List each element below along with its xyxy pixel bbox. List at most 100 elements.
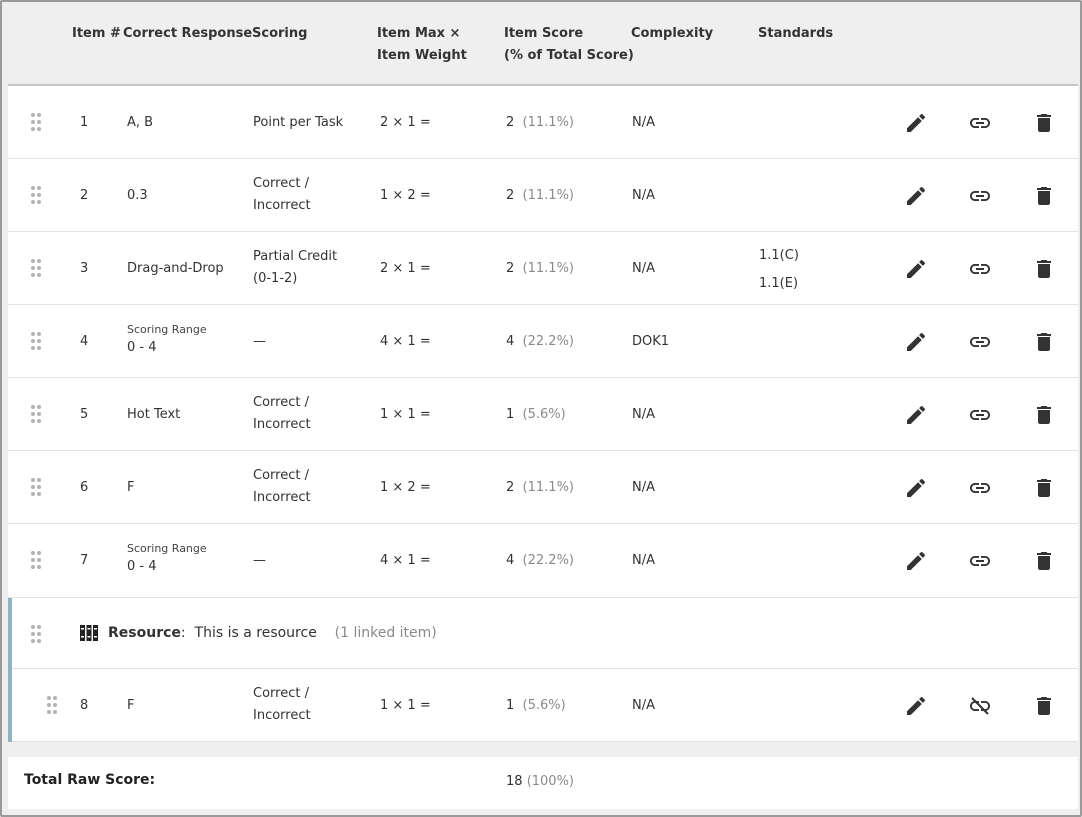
header-item-score: Item Score (% of Total Score) [504,23,634,67]
complexity: N/A [632,407,655,422]
trash-icon[interactable] [1032,330,1056,354]
scoring-method: Point per Task [253,115,344,130]
item-score-pct: (22.2%) [522,553,574,568]
unlink-icon[interactable] [968,694,992,718]
scoring-line2: Incorrect [253,417,311,432]
item-score-pct: (11.1%) [522,188,574,203]
link-icon[interactable] [968,111,992,135]
link-icon[interactable] [968,257,992,281]
resource-row[interactable]: Resource: This is a resource (1 linked i… [8,598,1078,669]
complexity: N/A [632,261,655,276]
trash-icon[interactable] [1032,694,1056,718]
table-row: 2 0.3 Correct / Incorrect 1 × 2 = 2 (11.1… [8,159,1078,232]
resource-linked-count: (1 linked item) [334,625,437,641]
link-icon[interactable] [968,549,992,573]
header-item-max: Item Max × Item Weight [377,23,467,67]
resource-label: Resource [108,625,181,641]
link-icon[interactable] [968,330,992,354]
item-score-pct: (5.6%) [522,698,566,713]
header-item-score-line2: (% of Total Score) [504,48,634,63]
trash-icon[interactable] [1032,403,1056,427]
item-number: 2 [80,188,89,203]
standard-tag: 1.1(C) [759,248,799,263]
item-score-value: 2 [506,480,515,495]
resource-title: Resource: This is a resource (1 linked i… [108,624,437,642]
drag-handle-icon[interactable] [31,186,41,204]
item-score-value: 1 [506,407,515,422]
item-score: 2 (11.1%) [506,260,574,278]
resource-icon [80,625,98,641]
scoring-method: Partial Credit (0-1-2) [253,246,337,290]
trash-icon[interactable] [1032,476,1056,500]
table-row: 5 Hot Text Correct / Incorrect 1 × 1 = 1 … [8,378,1078,451]
drag-handle-icon[interactable] [47,696,57,714]
table-row: 3 Drag-and-Drop Partial Credit (0-1-2) 2 … [8,232,1078,305]
item-score: 4 (22.2%) [506,333,574,351]
link-icon[interactable] [968,184,992,208]
item-number: 4 [80,334,89,349]
correct-response: A, B [127,115,154,130]
drag-handle-icon[interactable] [31,113,41,131]
scoring-line2: Incorrect [253,198,311,213]
trash-icon[interactable] [1032,184,1056,208]
pencil-icon[interactable] [904,694,928,718]
scoring-range-label: Scoring Range [127,323,207,336]
header-item-score-line1: Item Score [504,26,584,41]
item-number: 5 [80,407,89,422]
item-score: 2 (11.1%) [506,114,574,132]
pencil-icon[interactable] [904,257,928,281]
pencil-icon[interactable] [904,111,928,135]
scoring-table-frame: Item # Correct Response Scoring Item Max… [0,0,1082,817]
pencil-icon[interactable] [904,403,928,427]
scoring-method: Correct / Incorrect [253,392,311,436]
scoring-line2: Incorrect [253,708,311,723]
drag-handle-icon[interactable] [31,405,41,423]
correct-response: Hot Text [127,407,181,422]
scoring-line2: Incorrect [253,490,311,505]
drag-handle-icon[interactable] [31,332,41,350]
header-item-max-line2: Item Weight [377,48,467,63]
drag-handle-icon[interactable] [31,625,41,643]
pencil-icon[interactable] [904,330,928,354]
total-raw-score-label: Total Raw Score: [24,772,156,788]
resource-name: This is a resource [194,625,317,641]
drag-handle-icon[interactable] [31,551,41,569]
complexity: DOK1 [632,334,670,349]
link-icon[interactable] [968,403,992,427]
item-max-calc: 4 × 1 = [380,334,431,349]
standards-list: 1.1(C) 1.1(E) [759,242,799,298]
resource-group-accent [8,598,12,742]
drag-handle-icon[interactable] [31,478,41,496]
trash-icon[interactable] [1032,257,1056,281]
item-score: 1 (5.6%) [506,697,566,715]
item-number: 7 [80,553,89,568]
pencil-icon[interactable] [904,476,928,500]
scoring-range-label: Scoring Range [127,542,207,555]
table-header: Item # Correct Response Scoring Item Max… [8,2,1078,86]
trash-icon[interactable] [1032,111,1056,135]
drag-handle-icon[interactable] [31,259,41,277]
item-score: 2 (11.1%) [506,479,574,497]
item-score: 4 (22.2%) [506,552,574,570]
link-icon[interactable] [968,476,992,500]
table-row: 1 A, B Point per Task 2 × 1 = 2 (11.1%) … [8,86,1078,159]
item-max-calc: 1 × 1 = [380,698,431,713]
correct-response: Drag-and-Drop [127,261,224,276]
complexity: N/A [632,698,655,713]
pencil-icon[interactable] [904,549,928,573]
table-row: 7 Scoring Range 0 - 4 — 4 × 1 = 4 (22.2%… [8,524,1078,598]
item-score-pct: (11.1%) [522,261,574,276]
scoring-line1: Correct / [253,686,309,701]
item-score-pct: (22.2%) [522,334,574,349]
item-max-calc: 4 × 1 = [380,553,431,568]
pencil-icon[interactable] [904,184,928,208]
item-score-value: 2 [506,115,515,130]
total-score-pct: (100%) [526,774,574,789]
item-score-value: 2 [506,188,515,203]
scoring-method: — [253,553,266,568]
total-score: 18 [506,774,523,789]
header-item-num: Item # [72,26,121,41]
table-row: 4 Scoring Range 0 - 4 — 4 × 1 = 4 (22.2%… [8,305,1078,378]
trash-icon[interactable] [1032,549,1056,573]
correct-response: F [127,698,135,713]
